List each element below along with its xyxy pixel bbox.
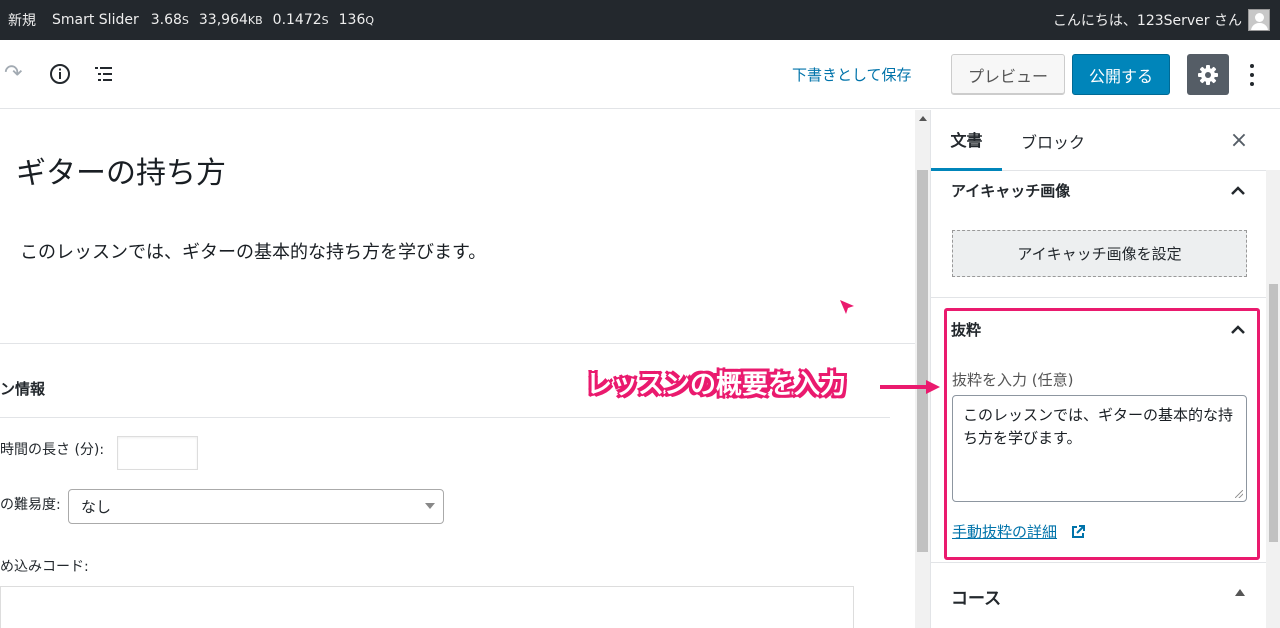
difficulty-value: なし [81,498,112,516]
embed-code-label: め込みコード: [0,559,89,575]
external-link-icon[interactable] [1070,524,1086,540]
dot [1250,72,1254,77]
length-label: 時間の長さ (分): [0,442,105,458]
dot [1250,63,1254,68]
settings-sidebar: 文書 ブロック × アイキャッチ画像 アイキャッチ画像を設定 抜粋 抜粋を入力 … [930,110,1280,628]
redo-icon[interactable]: ↷ [4,62,28,86]
stat-memory: 33,964KB [198,12,263,28]
caret-up-icon[interactable] [1235,589,1245,596]
excerpt-help-link[interactable]: 手動抜粋の詳細 [952,521,1057,542]
excerpt-panel-title[interactable]: 抜粋 [951,319,981,340]
avatar [1248,9,1270,31]
course-panel-title[interactable]: コース [951,584,1001,609]
editor-header: ↷ 下書きとして保存 プレビュー 公開する [0,40,1280,109]
sidebar-scrollbar[interactable] [1266,170,1280,628]
save-draft-link[interactable]: 下書きとして保存 [792,64,912,85]
annotation-label: レッスンの概要を入力 [586,370,847,400]
resize-handle-icon[interactable] [1235,490,1243,498]
chevron-up-icon[interactable] [1229,182,1247,200]
gear-icon [1198,64,1218,85]
paragraph-block[interactable]: このレッスンでは、ギターの基本的な持ち方を学びます。 [20,238,486,264]
smart-slider-menu[interactable]: Smart Slider [44,12,147,28]
more-menu-button[interactable] [1240,54,1264,95]
excerpt-textarea[interactable]: このレッスンでは、ギターの基本的な持ち方を学びます。 [952,395,1247,502]
caret-down-icon [425,503,435,509]
embed-code-textarea[interactable] [0,586,854,628]
annotation-arrow-icon [880,380,940,394]
excerpt-label: 抜粋を入力 (任意) [952,371,1074,389]
length-input[interactable] [117,436,198,470]
featured-image-panel-title[interactable]: アイキャッチ画像 [951,180,1070,201]
divider [0,343,915,344]
query-monitor-stats[interactable]: 3.68S 33,964KB 0.1472S 136Q [147,12,374,28]
publish-button[interactable]: 公開する [1072,54,1170,95]
sidebar-tabs: 文書 ブロック × [931,110,1280,171]
info-icon[interactable] [48,62,72,86]
scrollbar-thumb[interactable] [917,170,928,552]
tab-document[interactable]: 文書 [931,110,1002,171]
editor-scrollbar[interactable] [915,110,930,628]
post-title[interactable]: ギターの持ち方 [16,148,226,192]
divider [931,562,1280,563]
block-navigation-icon[interactable] [94,64,116,84]
divider [931,297,1280,298]
dot [1250,81,1254,86]
stat-time: 3.68S [150,12,189,28]
settings-button[interactable] [1187,54,1229,95]
meta-box-heading[interactable]: ン情報 [0,378,45,399]
stat-db-time: 0.1472S [272,12,329,28]
excerpt-value: このレッスンでは、ギターの基本的な持ち方を学びます。 [963,406,1234,447]
scroll-up-icon[interactable] [919,116,927,121]
divider [0,417,890,418]
greeting: こんにちは、123Server さん [1052,13,1242,29]
stat-queries: 136Q [338,12,375,28]
mouse-cursor-icon [840,300,854,314]
new-menu[interactable]: 新規 [0,10,44,30]
set-featured-image-button[interactable]: アイキャッチ画像を設定 [952,230,1247,277]
scrollbar-thumb[interactable] [1269,284,1278,542]
admin-bar: 新規 Smart Slider 3.68S 33,964KB 0.1472S 1… [0,0,1280,40]
difficulty-label: の難易度: [0,497,61,513]
my-account[interactable]: こんにちは、123Server さん [1053,0,1270,40]
close-icon[interactable]: × [1227,129,1251,153]
admin-bar-left: 新規 Smart Slider 3.68S 33,964KB 0.1472S 1… [0,0,374,40]
tab-block[interactable]: ブロック [1002,110,1104,171]
chevron-up-icon[interactable] [1229,321,1247,339]
preview-button[interactable]: プレビュー [951,54,1065,95]
difficulty-select[interactable]: なし [68,489,444,524]
